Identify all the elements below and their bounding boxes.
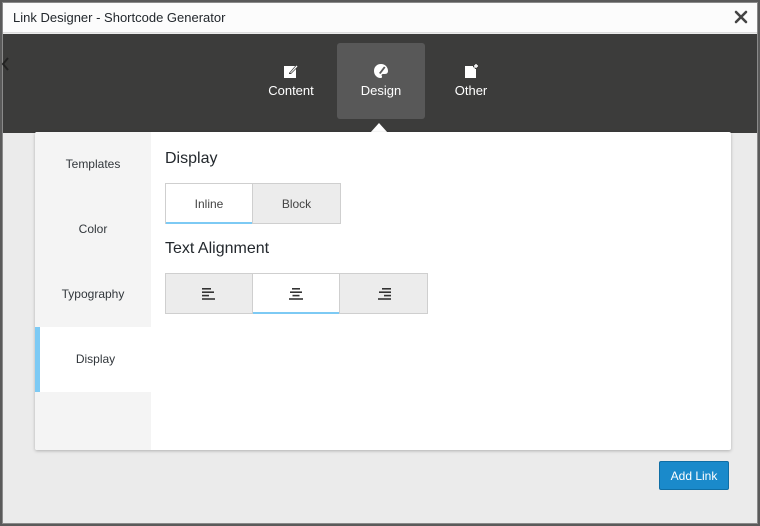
chevron-left-icon — [1, 57, 9, 71]
display-inline-label: Inline — [194, 196, 224, 211]
settings-panel: Templates Color Typography Display Displ… — [35, 132, 731, 450]
tab-design-label: Design — [360, 83, 402, 98]
shortcode-generator-dialog: Link Designer - Shortcode Generator Cont… — [1, 2, 758, 524]
display-block-label: Block — [281, 196, 312, 211]
display-section-title: Display — [165, 150, 218, 167]
sidebar-item-typography[interactable]: Typography — [35, 262, 151, 327]
tab-other[interactable]: Other — [427, 43, 515, 119]
display-toggle-group: Inline Block — [165, 183, 341, 224]
align-left-icon — [202, 287, 215, 300]
sidebar-item-label: Display — [75, 352, 116, 366]
tab-content-label: Content — [268, 83, 314, 98]
display-inline-button[interactable]: Inline — [166, 184, 253, 224]
display-block-button[interactable]: Block — [253, 184, 340, 223]
sidebar-item-label: Templates — [65, 157, 121, 171]
align-left-button[interactable] — [166, 274, 253, 313]
document-plus-icon — [465, 63, 479, 78]
tab-other-label: Other — [454, 83, 488, 98]
alignment-toggle-group — [165, 273, 428, 314]
sidebar-item-templates[interactable]: Templates — [35, 132, 151, 197]
dialog-title: Link Designer - Shortcode Generator — [13, 10, 226, 25]
close-button[interactable] — [731, 7, 751, 27]
align-right-button[interactable] — [340, 274, 427, 313]
design-sidebar: Templates Color Typography Display — [35, 132, 151, 450]
align-center-button[interactable] — [253, 274, 340, 314]
top-navigation: Content Design Other — [1, 34, 757, 133]
sidebar-item-color[interactable]: Color — [35, 197, 151, 262]
add-link-button[interactable]: Add Link — [659, 461, 729, 490]
palette-icon — [374, 64, 388, 78]
close-icon — [734, 10, 748, 24]
tab-design[interactable]: Design — [337, 43, 425, 119]
alignment-section-title: Text Alignment — [165, 240, 270, 257]
sidebar-item-label: Typography — [61, 287, 125, 301]
align-center-icon — [289, 287, 303, 300]
align-right-icon — [377, 287, 391, 300]
edit-icon — [284, 65, 298, 78]
tab-content[interactable]: Content — [247, 43, 335, 119]
sidebar-item-display[interactable]: Display — [35, 327, 151, 392]
title-bar: Link Designer - Shortcode Generator — [3, 3, 757, 33]
sidebar-item-label: Color — [78, 222, 108, 236]
